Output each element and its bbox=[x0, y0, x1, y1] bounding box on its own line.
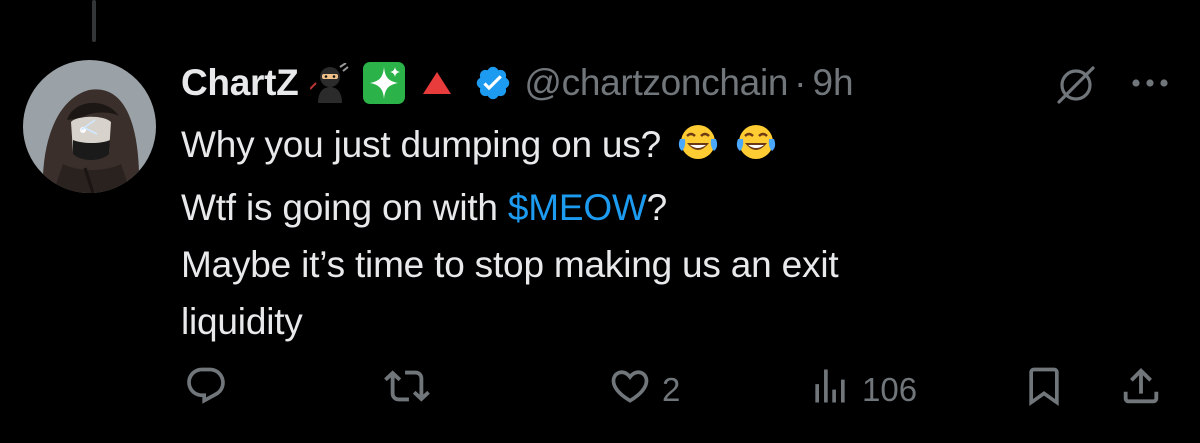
user-handle[interactable]: @chartzonchain bbox=[524, 62, 788, 104]
sparkle-emoji bbox=[362, 61, 406, 105]
verified-icon[interactable] bbox=[474, 64, 512, 102]
cashtag-link[interactable]: $MEOW bbox=[508, 187, 647, 228]
tweet-line-2: Wtf is going on with $MEOW? bbox=[181, 179, 1061, 236]
like-button[interactable]: 2 bbox=[608, 362, 680, 418]
tweet-line-1-text: Why you just dumping on us? bbox=[181, 124, 661, 165]
reply-button[interactable] bbox=[184, 362, 228, 418]
grok-icon[interactable] bbox=[1053, 62, 1099, 113]
bookmark-button[interactable] bbox=[1022, 362, 1066, 418]
share-icon bbox=[1118, 363, 1164, 417]
reply-icon bbox=[184, 364, 228, 416]
joy-emoji bbox=[735, 121, 777, 179]
thread-connector-line bbox=[92, 0, 96, 42]
red-triangle-emoji bbox=[420, 68, 454, 98]
tweet-text: Why you just dumping on us? Wtf is going… bbox=[181, 116, 1061, 350]
joy-emoji bbox=[677, 121, 719, 179]
action-bar: 2 106 bbox=[0, 362, 1200, 418]
tweet-header: ChartZ @chartzonchain · 9h bbox=[181, 58, 854, 108]
view-count: 106 bbox=[862, 371, 918, 408]
ninja-emoji bbox=[310, 63, 350, 103]
avatar[interactable] bbox=[23, 60, 156, 193]
tweet-line-3: Maybe it’s time to stop making us an exi… bbox=[181, 244, 839, 285]
bookmark-icon bbox=[1022, 364, 1066, 416]
share-button[interactable] bbox=[1118, 362, 1164, 418]
timestamp[interactable]: 9h bbox=[812, 62, 853, 104]
avatar-image bbox=[23, 60, 156, 193]
display-name[interactable]: ChartZ bbox=[181, 62, 299, 104]
tweet-line-1: Why you just dumping on us? bbox=[181, 116, 1061, 179]
views-button[interactable]: 106 bbox=[808, 362, 917, 418]
tweet-line-2-prefix: Wtf is going on with bbox=[181, 187, 508, 228]
separator-dot: · bbox=[794, 62, 807, 103]
heart-icon bbox=[608, 364, 652, 416]
like-count: 2 bbox=[662, 371, 681, 408]
retweet-button[interactable] bbox=[384, 362, 430, 418]
views-icon bbox=[808, 364, 852, 416]
tweet-line-2-suffix: ? bbox=[646, 187, 668, 228]
more-options-icon[interactable] bbox=[1130, 76, 1170, 94]
tweet-line-4: liquidity bbox=[181, 301, 303, 342]
retweet-icon bbox=[384, 363, 430, 417]
